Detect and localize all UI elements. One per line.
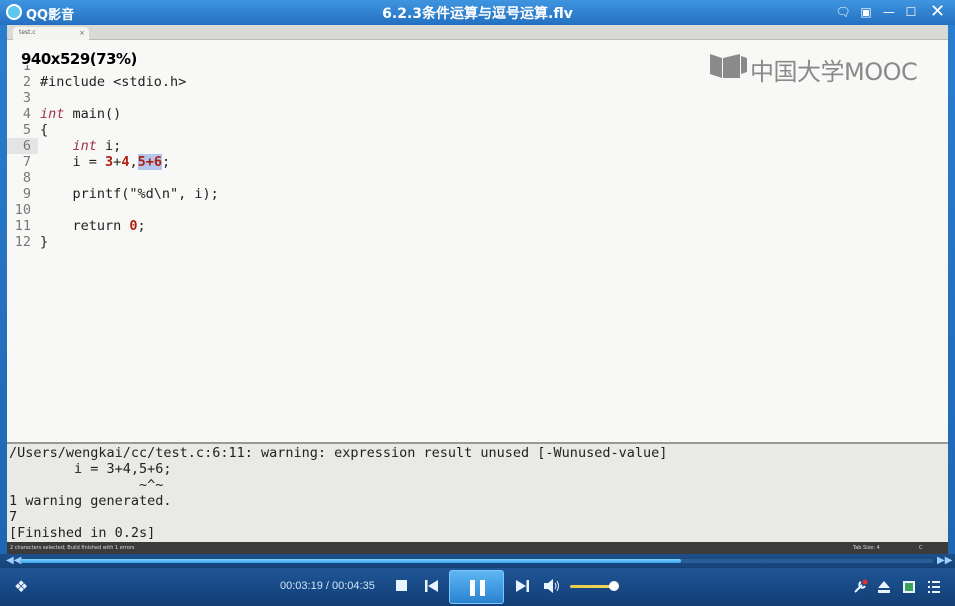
code-line: 4 {	[7, 90, 948, 138]
window-title: 6.2.3条件运算与逗号运算.flv	[382, 6, 573, 22]
code-line: 11 }	[7, 202, 948, 250]
resolution-overlay: 940x529(73%)	[21, 50, 137, 68]
console-line: i = 3+4,5+6;	[9, 461, 172, 477]
status-message: 2 characters selected; Build finished wi…	[10, 545, 135, 551]
editor-tab-bar: test.c ×	[7, 25, 948, 40]
title-bar[interactable]: QQ影音 6.2.3条件运算与逗号运算.flv 🗨 ▣ — ☐ ✕	[0, 0, 955, 25]
stop-button[interactable]	[396, 580, 407, 591]
code-line: 8 printf("%d\n", i);	[7, 154, 948, 202]
pause-icon-bar	[480, 580, 485, 596]
chat-icon[interactable]: 🗨	[834, 4, 852, 20]
code-line-current: 6 i = 3+4,5+6;	[7, 122, 948, 170]
close-button[interactable]: ✕	[920, 0, 955, 24]
volume-knob[interactable]	[609, 581, 619, 591]
console-line: ~^~	[9, 477, 164, 493]
tab-close-icon: ×	[79, 29, 85, 37]
seek-bar[interactable]: ◀◀ ▶▶	[0, 554, 955, 568]
mooc-logo: 中国大学MOOC	[710, 52, 924, 86]
code-line: 5 int i;	[7, 106, 948, 154]
editor-status-bar: 2 characters selected; Build finished wi…	[7, 542, 948, 554]
mini-mode-icon[interactable]: ▣	[857, 4, 875, 20]
console-line: [Finished in 0.2s]	[9, 525, 156, 541]
tab-label: test.c	[19, 29, 36, 36]
minimize-button[interactable]: —	[880, 4, 898, 20]
console-line: 7	[9, 509, 18, 525]
pause-button[interactable]	[449, 570, 504, 604]
player-window: QQ影音 6.2.3条件运算与逗号运算.flv 🗨 ▣ — ☐ ✕ test.c…	[0, 0, 955, 606]
code-line: 9	[7, 170, 948, 202]
previous-button[interactable]	[425, 579, 439, 593]
build-output-panel: /Users/wengkai/cc/test.c:6:11: warning: …	[7, 442, 948, 542]
mooc-brand-text: 中国大学MOOC	[750, 58, 918, 86]
progress-fill	[20, 559, 681, 563]
line-number: 12	[14, 234, 31, 250]
console-line: 1 warning generated.	[9, 493, 172, 509]
playlist-icon[interactable]	[927, 579, 941, 593]
screenshot-icon[interactable]	[902, 579, 916, 593]
console-line: /Users/wengkai/cc/test.c:6:11: warning: …	[9, 445, 668, 461]
code-line: 7	[7, 138, 948, 170]
maximize-button[interactable]: ☐	[902, 4, 920, 20]
player-controls: ❖ 00:03:19 / 00:04:35	[0, 568, 955, 606]
code-line: 12	[7, 218, 948, 250]
pause-icon	[470, 580, 475, 596]
next-button[interactable]	[515, 579, 529, 593]
syntax-indicator: C	[919, 545, 923, 551]
playback-time: 00:03:19 / 00:04:35	[280, 580, 375, 592]
eject-icon[interactable]	[877, 579, 891, 593]
tools-icon[interactable]	[852, 579, 868, 593]
volume-icon[interactable]	[544, 579, 560, 593]
tab-test-c: test.c ×	[13, 27, 89, 40]
footprint-icon[interactable]: ❖	[14, 577, 28, 596]
code-editor: 1 #include <stdio.h> 2 3 int main() 4 { …	[7, 40, 948, 442]
mooc-logo-icon	[710, 54, 747, 78]
tab-size-indicator: Tab Size: 4	[853, 545, 880, 551]
progress-track[interactable]	[20, 559, 933, 563]
video-frame[interactable]: test.c × 1 #include <stdio.h> 2 3 int ma…	[7, 25, 948, 554]
code-line: 10 return 0;	[7, 186, 948, 234]
seek-forward-icon[interactable]: ▶▶	[937, 555, 952, 566]
